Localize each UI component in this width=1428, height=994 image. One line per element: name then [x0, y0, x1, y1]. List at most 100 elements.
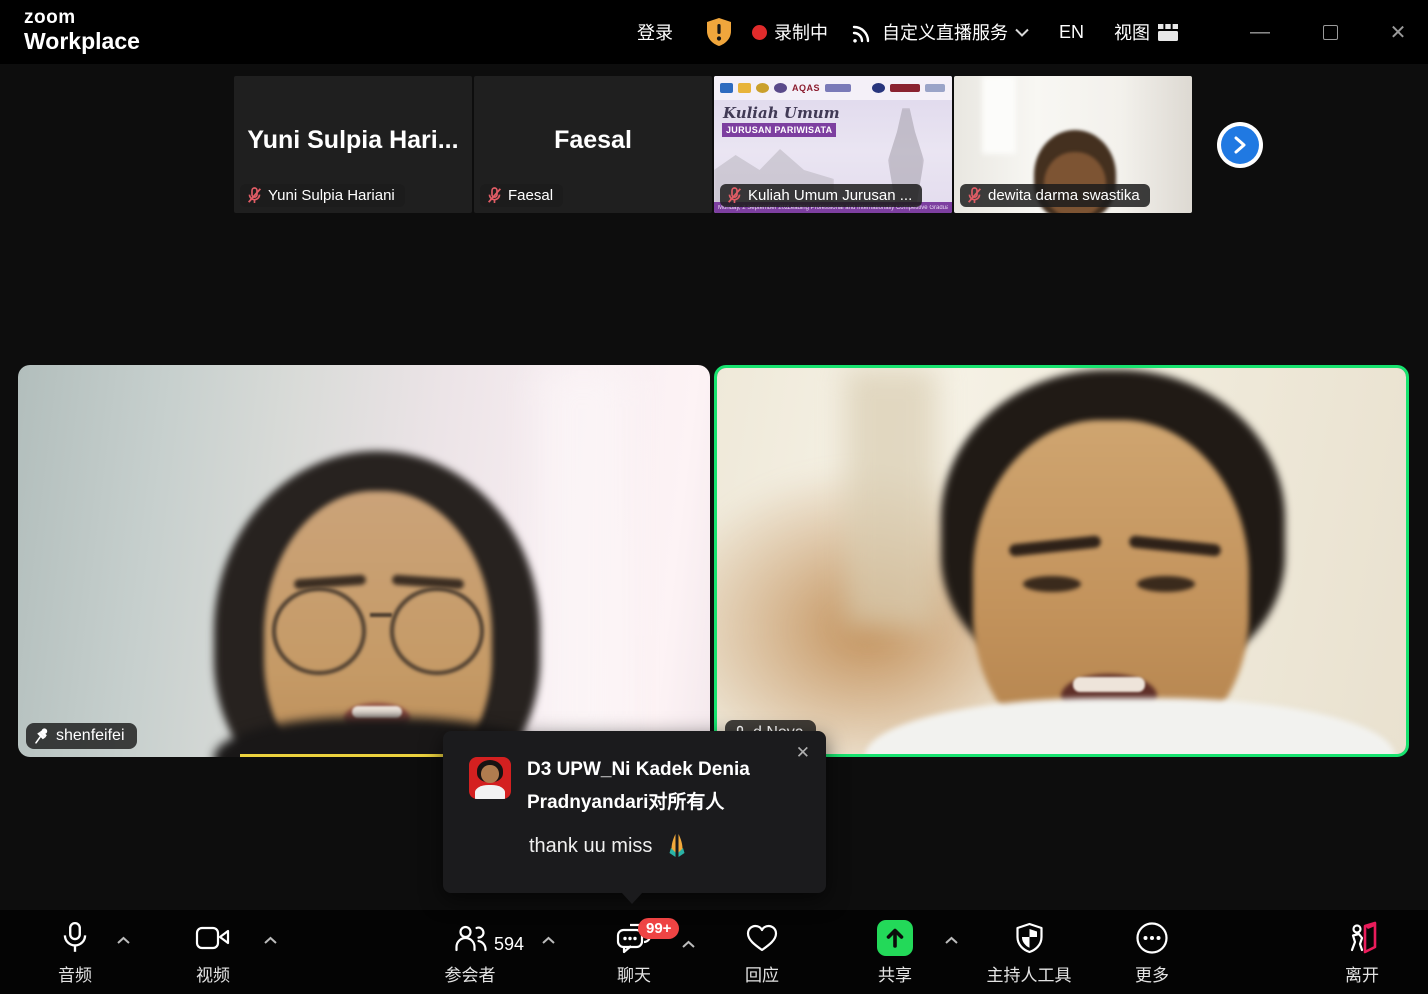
- logo-zoom: zoom: [24, 8, 140, 29]
- popup-tail: [621, 892, 643, 904]
- host-tools-button[interactable]: 主持人工具: [987, 920, 1072, 986]
- language-label: EN: [1059, 22, 1084, 43]
- chevron-down-icon: [1015, 28, 1029, 37]
- poster-logo-text: AQAS: [792, 83, 820, 93]
- video-tile-active-speaker[interactable]: d Nova: [714, 365, 1409, 757]
- poster-logo: [825, 84, 851, 92]
- participants-options-chevron[interactable]: [541, 936, 556, 945]
- avatar-face-shape: [481, 765, 499, 783]
- more-button[interactable]: 更多: [1134, 920, 1170, 986]
- background-shape: [845, 368, 937, 628]
- leave-button[interactable]: 离开: [1344, 920, 1380, 986]
- next-page-button[interactable]: [1217, 122, 1263, 168]
- logo-workplace: Workplace: [24, 29, 140, 54]
- participant-display-name: Yuni Sulpia Hari...: [234, 126, 472, 155]
- reactions-button[interactable]: 回应: [744, 920, 780, 986]
- layout-grid-icon: [1157, 23, 1179, 42]
- mic-muted-icon: [967, 187, 982, 204]
- background-shape: [982, 76, 1016, 154]
- chat-label: 聊天: [617, 961, 651, 986]
- poster-logo: [738, 83, 751, 93]
- video-options-chevron[interactable]: [263, 936, 278, 945]
- video-feed: [18, 365, 710, 757]
- live-stream-menu[interactable]: 自定义直播服务: [851, 0, 1029, 64]
- zoom-workplace-logo: zoom Workplace: [24, 8, 140, 54]
- view-label: 视图: [1114, 19, 1150, 45]
- participants-button[interactable]: 参会者: [445, 920, 496, 986]
- view-button[interactable]: 视图: [1114, 0, 1179, 64]
- chat-unread-badge: 99+: [638, 918, 679, 939]
- shield-exclamation-icon: [705, 17, 733, 47]
- glasses-shape: [390, 587, 484, 675]
- participant-filmstrip: Yuni Sulpia Hari... Yuni Sulpia Hariani …: [234, 76, 1194, 213]
- window-close-button[interactable]: ✕: [1375, 0, 1421, 64]
- participants-count: 594: [494, 934, 524, 955]
- broadcast-icon: [851, 20, 875, 44]
- chat-notification-popup[interactable]: D3 UPW_Ni Kadek Denia Pradnyandari对所有人 ✕…: [443, 731, 826, 893]
- recording-indicator[interactable]: 录制中: [752, 0, 828, 64]
- language-button[interactable]: EN: [1059, 0, 1084, 64]
- filmstrip-tile-faesal[interactable]: Faesal Faesal: [474, 76, 712, 213]
- sign-in-label: 登录: [637, 19, 673, 45]
- leave-label: 离开: [1345, 961, 1379, 986]
- audio-button[interactable]: 音频: [57, 920, 93, 986]
- audio-label: 音频: [58, 961, 92, 986]
- recording-label: 录制中: [774, 19, 828, 45]
- red-dot-icon: [752, 25, 767, 40]
- poster-logo: [925, 84, 945, 92]
- eye-shape: [1023, 576, 1081, 592]
- avatar: [469, 757, 511, 799]
- security-warning-icon[interactable]: [705, 0, 733, 64]
- window-maximize-button[interactable]: [1307, 0, 1353, 64]
- live-stream-label: 自定义直播服务: [882, 19, 1008, 45]
- heart-icon: [744, 920, 780, 956]
- background-shape: [538, 365, 628, 757]
- close-icon[interactable]: ✕: [792, 741, 814, 765]
- maximize-icon: [1323, 25, 1338, 40]
- chevron-right-icon: [1221, 126, 1259, 164]
- video-button[interactable]: 视频: [195, 920, 231, 986]
- poster-subtitle: JURUSAN PARIWISATA: [722, 123, 836, 137]
- poster-logo: [872, 83, 885, 93]
- filmstrip-tile-dewita[interactable]: dewita darma swastika: [954, 76, 1192, 213]
- nameplate-text: Yuni Sulpia Hariani: [268, 187, 395, 204]
- poster-logo-row: AQAS: [714, 76, 952, 100]
- share-options-chevron[interactable]: [944, 936, 959, 945]
- participants-icon: [452, 920, 488, 956]
- pin-icon: [34, 727, 50, 745]
- meeting-toolbar: 音频 视频 参会者 594: [0, 910, 1428, 994]
- audio-options-chevron[interactable]: [116, 936, 131, 945]
- chat-message-text: thank uu miss: [529, 835, 652, 858]
- mic-icon: [57, 920, 93, 956]
- nameplate: shenfeifei: [26, 723, 137, 749]
- share-arrow-icon: [877, 920, 913, 956]
- sign-in-button[interactable]: 登录: [637, 0, 673, 64]
- video-tile-shenfeifei[interactable]: shenfeifei: [18, 365, 710, 757]
- mic-muted-icon: [727, 187, 742, 204]
- nameplate-text: Faesal: [508, 187, 553, 204]
- glasses-bridge-shape: [370, 613, 392, 617]
- filmstrip-tile-screenshare[interactable]: AQAS Kuliah Umum JURUSAN PARIWISATA Mond…: [714, 76, 952, 213]
- share-label: 共享: [878, 961, 912, 986]
- window-minimize-button[interactable]: —: [1237, 0, 1283, 64]
- chat-message: thank uu miss: [529, 831, 692, 861]
- more-label: 更多: [1135, 961, 1169, 986]
- filmstrip-tile-yuni[interactable]: Yuni Sulpia Hari... Yuni Sulpia Hariani: [234, 76, 472, 213]
- participants-label: 参会者: [445, 961, 496, 986]
- mic-muted-icon: [487, 187, 502, 204]
- shield-checker-icon: [1011, 920, 1047, 956]
- video-feed: [717, 368, 1406, 754]
- video-label: 视频: [196, 961, 230, 986]
- share-screen-button[interactable]: 共享: [877, 920, 913, 986]
- nameplate: dewita darma swastika: [960, 184, 1150, 207]
- teeth-shape: [1073, 677, 1145, 692]
- poster-logo: [720, 83, 733, 93]
- poster-title: Kuliah Umum: [723, 104, 840, 122]
- mic-muted-icon: [247, 187, 262, 204]
- chat-options-chevron[interactable]: [681, 940, 696, 949]
- participant-display-name: Faesal: [474, 126, 712, 155]
- title-bar: zoom Workplace 登录 录制中 自定义直播服务 EN 视图: [0, 0, 1428, 64]
- leave-door-icon: [1344, 920, 1380, 956]
- nameplate: Faesal: [480, 184, 563, 207]
- avatar-shirt-shape: [475, 785, 505, 799]
